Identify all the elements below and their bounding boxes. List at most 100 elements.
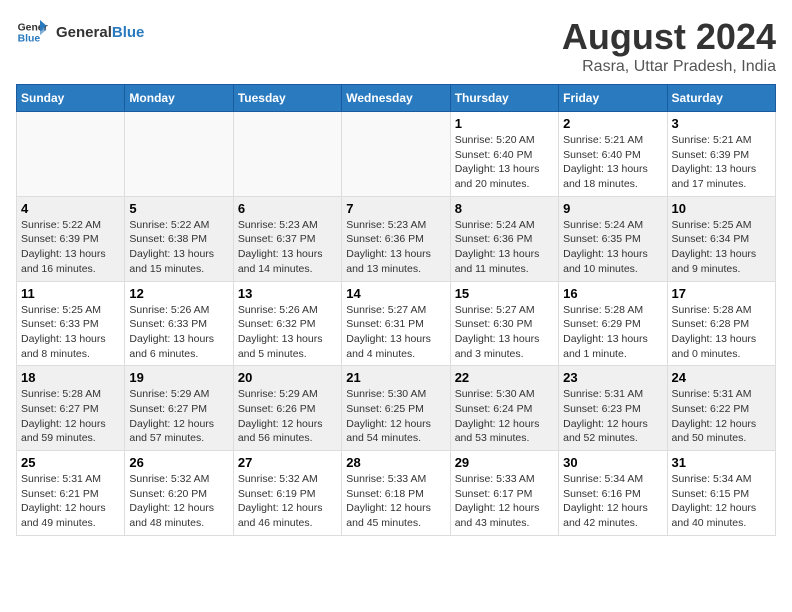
calendar-cell: 11 Sunrise: 5:25 AM Sunset: 6:33 PM Dayli… xyxy=(17,281,125,366)
calendar-cell: 25 Sunrise: 5:31 AM Sunset: 6:21 PM Dayli… xyxy=(17,451,125,536)
calendar-cell: 13 Sunrise: 5:26 AM Sunset: 6:32 PM Dayli… xyxy=(233,281,341,366)
calendar-week-4: 18 Sunrise: 5:28 AM Sunset: 6:27 PM Dayli… xyxy=(17,366,776,451)
day-info: Sunrise: 5:33 AM Sunset: 6:18 PM Dayligh… xyxy=(346,472,445,531)
day-info: Sunrise: 5:27 AM Sunset: 6:31 PM Dayligh… xyxy=(346,303,445,362)
day-info: Sunrise: 5:25 AM Sunset: 6:33 PM Dayligh… xyxy=(21,303,120,362)
day-info: Sunrise: 5:23 AM Sunset: 6:36 PM Dayligh… xyxy=(346,218,445,277)
day-number: 10 xyxy=(672,201,771,216)
day-info: Sunrise: 5:31 AM Sunset: 6:23 PM Dayligh… xyxy=(563,387,662,446)
day-info: Sunrise: 5:29 AM Sunset: 6:27 PM Dayligh… xyxy=(129,387,228,446)
day-number: 17 xyxy=(672,286,771,301)
calendar-cell: 29 Sunrise: 5:33 AM Sunset: 6:17 PM Dayli… xyxy=(450,451,558,536)
day-info: Sunrise: 5:28 AM Sunset: 6:27 PM Dayligh… xyxy=(21,387,120,446)
page-header: General Blue GeneralBlue August 2024 Ras… xyxy=(16,16,776,76)
day-info: Sunrise: 5:26 AM Sunset: 6:33 PM Dayligh… xyxy=(129,303,228,362)
calendar-header: SundayMondayTuesdayWednesdayThursdayFrid… xyxy=(17,85,776,112)
header-cell-monday: Monday xyxy=(125,85,233,112)
day-info: Sunrise: 5:25 AM Sunset: 6:34 PM Dayligh… xyxy=(672,218,771,277)
svg-text:Blue: Blue xyxy=(18,34,41,45)
day-info: Sunrise: 5:21 AM Sunset: 6:40 PM Dayligh… xyxy=(563,133,662,192)
calendar-week-1: 1 Sunrise: 5:20 AM Sunset: 6:40 PM Daylig… xyxy=(17,112,776,197)
subtitle: Rasra, Uttar Pradesh, India xyxy=(562,58,776,76)
calendar-cell: 6 Sunrise: 5:23 AM Sunset: 6:37 PM Daylig… xyxy=(233,196,341,281)
calendar-cell: 16Sunrise: 5:28 AM Sunset: 6:29 PM Dayli… xyxy=(559,281,667,366)
day-info: Sunrise: 5:31 AM Sunset: 6:21 PM Dayligh… xyxy=(21,472,120,531)
calendar-cell: 8Sunrise: 5:24 AM Sunset: 6:36 PM Daylig… xyxy=(450,196,558,281)
calendar-cell xyxy=(17,112,125,197)
day-number: 1 xyxy=(455,116,554,131)
main-title: August 2024 xyxy=(562,16,776,58)
calendar-cell: 4Sunrise: 5:22 AM Sunset: 6:39 PM Daylig… xyxy=(17,196,125,281)
day-number: 20 xyxy=(238,370,337,385)
day-info: Sunrise: 5:30 AM Sunset: 6:25 PM Dayligh… xyxy=(346,387,445,446)
calendar-cell: 22 Sunrise: 5:30 AM Sunset: 6:24 PM Dayli… xyxy=(450,366,558,451)
calendar-week-3: 11 Sunrise: 5:25 AM Sunset: 6:33 PM Dayli… xyxy=(17,281,776,366)
calendar-cell: 23 Sunrise: 5:31 AM Sunset: 6:23 PM Dayli… xyxy=(559,366,667,451)
day-number: 5 xyxy=(129,201,228,216)
day-number: 22 xyxy=(455,370,554,385)
calendar-week-2: 4Sunrise: 5:22 AM Sunset: 6:39 PM Daylig… xyxy=(17,196,776,281)
day-info: Sunrise: 5:28 AM Sunset: 6:29 PM Dayligh… xyxy=(563,303,662,362)
header-cell-sunday: Sunday xyxy=(17,85,125,112)
calendar-table: SundayMondayTuesdayWednesdayThursdayFrid… xyxy=(16,84,776,536)
header-cell-friday: Friday xyxy=(559,85,667,112)
day-number: 11 xyxy=(21,286,120,301)
calendar-cell: 20 Sunrise: 5:29 AM Sunset: 6:26 PM Dayli… xyxy=(233,366,341,451)
day-info: Sunrise: 5:26 AM Sunset: 6:32 PM Dayligh… xyxy=(238,303,337,362)
calendar-cell: 21 Sunrise: 5:30 AM Sunset: 6:25 PM Dayli… xyxy=(342,366,450,451)
day-info: Sunrise: 5:31 AM Sunset: 6:22 PM Dayligh… xyxy=(672,387,771,446)
day-info: Sunrise: 5:24 AM Sunset: 6:35 PM Dayligh… xyxy=(563,218,662,277)
header-cell-saturday: Saturday xyxy=(667,85,775,112)
day-info: Sunrise: 5:23 AM Sunset: 6:37 PM Dayligh… xyxy=(238,218,337,277)
calendar-cell: 12 Sunrise: 5:26 AM Sunset: 6:33 PM Dayli… xyxy=(125,281,233,366)
day-info: Sunrise: 5:22 AM Sunset: 6:38 PM Dayligh… xyxy=(129,218,228,277)
header-cell-thursday: Thursday xyxy=(450,85,558,112)
header-cell-wednesday: Wednesday xyxy=(342,85,450,112)
day-info: Sunrise: 5:34 AM Sunset: 6:16 PM Dayligh… xyxy=(563,472,662,531)
day-number: 9 xyxy=(563,201,662,216)
day-number: 25 xyxy=(21,455,120,470)
header-cell-tuesday: Tuesday xyxy=(233,85,341,112)
day-info: Sunrise: 5:27 AM Sunset: 6:30 PM Dayligh… xyxy=(455,303,554,362)
day-info: Sunrise: 5:29 AM Sunset: 6:26 PM Dayligh… xyxy=(238,387,337,446)
logo-text: GeneralBlue xyxy=(56,24,144,41)
day-number: 21 xyxy=(346,370,445,385)
calendar-cell: 5 Sunrise: 5:22 AM Sunset: 6:38 PM Daylig… xyxy=(125,196,233,281)
day-number: 2 xyxy=(563,116,662,131)
calendar-cell: 1 Sunrise: 5:20 AM Sunset: 6:40 PM Daylig… xyxy=(450,112,558,197)
day-info: Sunrise: 5:32 AM Sunset: 6:19 PM Dayligh… xyxy=(238,472,337,531)
day-number: 4 xyxy=(21,201,120,216)
calendar-cell: 28Sunrise: 5:33 AM Sunset: 6:18 PM Dayli… xyxy=(342,451,450,536)
calendar-week-5: 25 Sunrise: 5:31 AM Sunset: 6:21 PM Dayli… xyxy=(17,451,776,536)
day-info: Sunrise: 5:34 AM Sunset: 6:15 PM Dayligh… xyxy=(672,472,771,531)
calendar-body: 1 Sunrise: 5:20 AM Sunset: 6:40 PM Daylig… xyxy=(17,112,776,536)
day-number: 13 xyxy=(238,286,337,301)
calendar-cell xyxy=(233,112,341,197)
calendar-cell: 27 Sunrise: 5:32 AM Sunset: 6:19 PM Dayli… xyxy=(233,451,341,536)
day-number: 24 xyxy=(672,370,771,385)
logo: General Blue GeneralBlue xyxy=(16,16,144,48)
calendar-cell: 18 Sunrise: 5:28 AM Sunset: 6:27 PM Dayli… xyxy=(17,366,125,451)
day-info: Sunrise: 5:33 AM Sunset: 6:17 PM Dayligh… xyxy=(455,472,554,531)
calendar-cell: 3Sunrise: 5:21 AM Sunset: 6:39 PM Daylig… xyxy=(667,112,775,197)
day-info: Sunrise: 5:28 AM Sunset: 6:28 PM Dayligh… xyxy=(672,303,771,362)
day-number: 31 xyxy=(672,455,771,470)
logo-icon: General Blue xyxy=(16,16,48,48)
day-number: 12 xyxy=(129,286,228,301)
day-info: Sunrise: 5:30 AM Sunset: 6:24 PM Dayligh… xyxy=(455,387,554,446)
calendar-cell: 2 Sunrise: 5:21 AM Sunset: 6:40 PM Daylig… xyxy=(559,112,667,197)
calendar-cell: 19Sunrise: 5:29 AM Sunset: 6:27 PM Dayli… xyxy=(125,366,233,451)
day-number: 29 xyxy=(455,455,554,470)
day-number: 23 xyxy=(563,370,662,385)
day-number: 6 xyxy=(238,201,337,216)
calendar-cell: 17 Sunrise: 5:28 AM Sunset: 6:28 PM Dayli… xyxy=(667,281,775,366)
calendar-cell: 24 Sunrise: 5:31 AM Sunset: 6:22 PM Dayli… xyxy=(667,366,775,451)
day-number: 27 xyxy=(238,455,337,470)
day-info: Sunrise: 5:20 AM Sunset: 6:40 PM Dayligh… xyxy=(455,133,554,192)
calendar-cell: 10 Sunrise: 5:25 AM Sunset: 6:34 PM Dayli… xyxy=(667,196,775,281)
day-number: 26 xyxy=(129,455,228,470)
header-row: SundayMondayTuesdayWednesdayThursdayFrid… xyxy=(17,85,776,112)
calendar-cell: 14Sunrise: 5:27 AM Sunset: 6:31 PM Dayli… xyxy=(342,281,450,366)
calendar-cell: 7Sunrise: 5:23 AM Sunset: 6:36 PM Daylig… xyxy=(342,196,450,281)
day-number: 18 xyxy=(21,370,120,385)
